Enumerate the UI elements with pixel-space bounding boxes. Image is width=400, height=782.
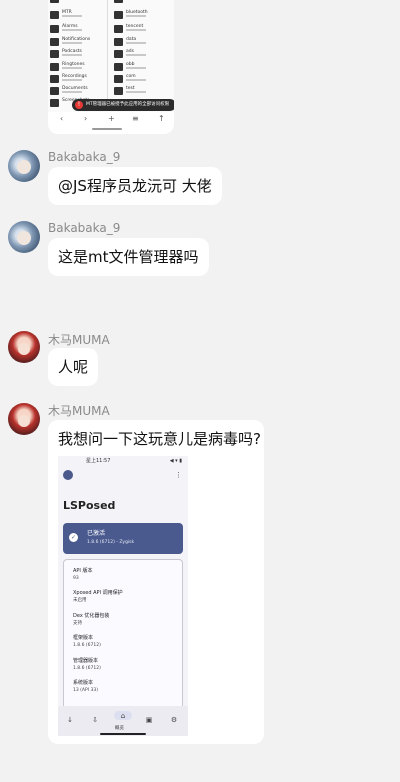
permission-toast: ! MT管理器已被授予此应用的全部访问权限 xyxy=(72,99,174,111)
file-row: data xyxy=(114,37,172,49)
folder-icon xyxy=(50,75,59,83)
status-icons: ◀ ▾ ▮ xyxy=(169,458,182,464)
settings-icon: ⚙ xyxy=(170,716,178,724)
info-value: 支持 xyxy=(73,621,82,626)
info-card: API 版本 93 Xposed API 调用保护 未启用 Dex 优化器包装 … xyxy=(63,559,183,709)
more-menu-icon: ⋮ xyxy=(175,471,182,479)
info-value: 93 xyxy=(73,576,79,581)
file-row: Ringtones xyxy=(50,62,108,74)
info-value: 13 (API 33) xyxy=(73,688,98,693)
file-row: com xyxy=(114,74,172,86)
sender-name: 木马MUMA xyxy=(48,333,110,347)
folder-icon xyxy=(114,25,123,33)
file-row: test xyxy=(114,86,172,98)
message-bubble-with-image[interactable]: 我想问一下这玩意儿是病毒吗? 星上11:57 ◀ ▾ ▮ ⋮ LSPosed ✓… xyxy=(48,420,264,744)
file-list: MTR Alarms Notifications Podcasts Ringto… xyxy=(48,0,174,112)
message-bubble[interactable]: @JS程序员龙沅可 大佬 xyxy=(48,167,222,205)
logs-icon: ▣ xyxy=(145,716,153,724)
message-text: 我想问一下这玩意儿是病毒吗? xyxy=(58,430,261,448)
avatar[interactable] xyxy=(8,331,40,363)
file-manager-screenshot[interactable]: MTR Alarms Notifications Podcasts Ringto… xyxy=(48,0,174,134)
up-icon: ↑ xyxy=(158,114,165,123)
file-row xyxy=(114,0,172,6)
folder-icon xyxy=(114,87,123,95)
file-manager-toolbar: ‹ › + ≡ ↑ xyxy=(48,112,174,126)
sender-name: Bakabaka_9 xyxy=(48,150,121,164)
file-row xyxy=(50,0,108,6)
file-row: Notifications xyxy=(50,37,108,49)
folder-icon xyxy=(50,25,59,33)
folder-icon xyxy=(50,38,59,46)
alert-icon: ! xyxy=(75,101,83,109)
info-item: 系统版本 13 (API 33) xyxy=(73,679,178,694)
avatar[interactable] xyxy=(8,403,40,435)
file-row: MTR xyxy=(50,10,108,22)
activation-title: 已激活 xyxy=(87,530,106,537)
file-row: Alarms xyxy=(50,24,108,36)
info-item: 框架版本 1.8.6 (6712) xyxy=(73,634,178,649)
file-column-left: MTR Alarms Notifications Podcasts Ringto… xyxy=(48,0,108,107)
lsposed-logo-icon xyxy=(63,470,73,480)
info-label: API 版本 xyxy=(73,568,93,574)
file-row: Podcasts xyxy=(50,49,108,61)
lsposed-screenshot[interactable]: 星上11:57 ◀ ▾ ▮ ⋮ LSPosed ✓ 已激活 1.8.6 (671… xyxy=(58,456,188,736)
menu-icon: ≡ xyxy=(132,114,139,123)
file-row: obb xyxy=(114,62,172,74)
folder-icon xyxy=(114,63,123,71)
bottom-navigation: ↓ ⇩ ⌂ 概览 ▣ ⚙ xyxy=(58,706,188,736)
file-column-right: bluetooth tencent data ads obb com test xyxy=(112,0,172,104)
avatar[interactable] xyxy=(8,150,40,182)
info-label: 管理器版本 xyxy=(73,658,99,664)
home-icon: ⌂ xyxy=(120,712,126,720)
app-title: LSPosed xyxy=(63,499,116,512)
gesture-bar xyxy=(100,733,146,735)
folder-icon xyxy=(50,50,59,58)
file-row: Recordings xyxy=(50,74,108,86)
check-icon: ✓ xyxy=(69,533,78,542)
file-row: Documents xyxy=(50,86,108,98)
info-label: 系统版本 xyxy=(73,680,94,686)
message-bubble[interactable]: 这是mt文件管理器吗 xyxy=(48,238,209,276)
sender-name: Bakabaka_9 xyxy=(48,221,121,235)
folder-icon xyxy=(50,0,59,3)
sender-name: 木马MUMA xyxy=(48,404,110,418)
info-item: Dex 优化器包装 支持 xyxy=(73,612,178,627)
status-bar: 星上11:57 ◀ ▾ ▮ xyxy=(58,456,188,466)
file-row: tencent xyxy=(114,24,172,36)
folder-icon xyxy=(114,50,123,58)
folder-icon xyxy=(50,87,59,95)
avatar[interactable] xyxy=(8,221,40,253)
info-item: Xposed API 调用保护 未启用 xyxy=(73,589,178,604)
folder-icon xyxy=(114,75,123,83)
folder-icon xyxy=(50,99,59,107)
info-value: 1.8.6 (6712) xyxy=(73,666,101,671)
activation-status-card: ✓ 已激活 1.8.6 (6712) - Zygisk xyxy=(63,523,183,554)
modules-icon: ⇩ xyxy=(92,716,98,724)
info-item: API 版本 93 xyxy=(73,567,178,582)
file-row: ads xyxy=(114,49,172,61)
activation-version: 1.8.6 (6712) - Zygisk xyxy=(87,540,135,545)
folder-icon xyxy=(50,11,59,19)
info-label: Xposed API 调用保护 xyxy=(73,590,123,596)
info-label: Dex 优化器包装 xyxy=(73,613,110,619)
file-row: bluetooth xyxy=(114,10,172,22)
folder-icon xyxy=(50,63,59,71)
message-bubble[interactable]: 人呢 xyxy=(48,348,99,386)
folder-icon xyxy=(114,11,123,19)
gesture-bar xyxy=(92,128,122,130)
folder-icon xyxy=(114,0,123,3)
toast-text: MT管理器已被授予此应用的全部访问权限 xyxy=(86,102,170,107)
chat-view: MTR Alarms Notifications Podcasts Ringto… xyxy=(0,0,400,782)
status-time: 星上11:57 xyxy=(86,458,111,464)
home-label: 概览 xyxy=(115,726,124,731)
info-item: 管理器版本 1.8.6 (6712) xyxy=(73,657,178,672)
add-icon: + xyxy=(108,114,115,123)
back-icon: ‹ xyxy=(60,114,64,123)
download-icon: ↓ xyxy=(67,716,73,724)
forward-icon: › xyxy=(84,114,88,123)
info-label: 框架版本 xyxy=(73,635,94,641)
folder-icon xyxy=(114,38,123,46)
info-value: 未启用 xyxy=(73,598,87,603)
info-value: 1.8.6 (6712) xyxy=(73,643,101,648)
